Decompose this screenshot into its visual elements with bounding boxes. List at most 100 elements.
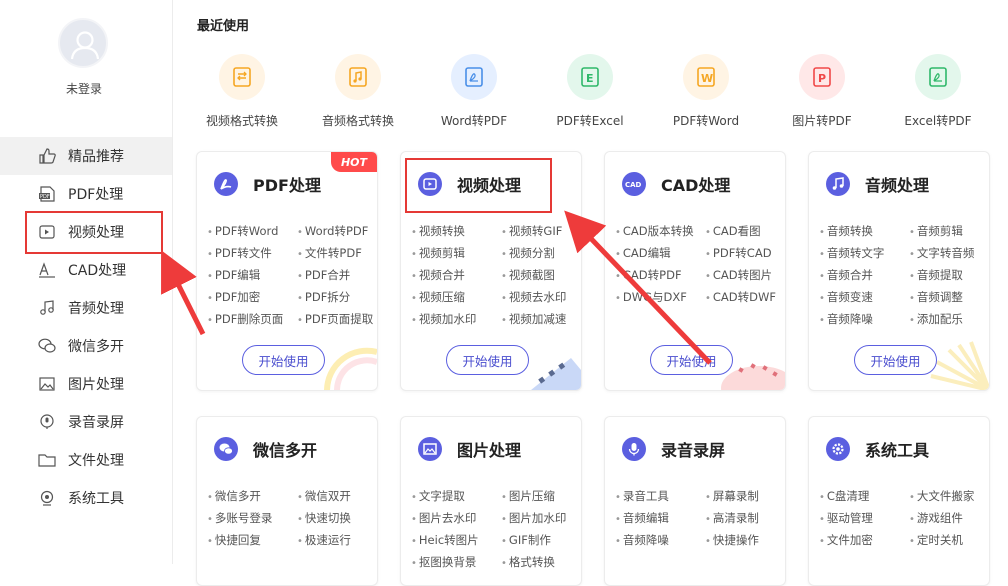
feature-link[interactable]: PDF编辑 — [207, 267, 260, 283]
feature-link[interactable]: PDF转Word — [207, 223, 278, 239]
recent-item[interactable]: Word转PDF — [416, 52, 532, 129]
card-cad[interactable]: CAD CAD处理 CAD版本转换 CAD看图 CAD编辑 PDF转CAD CA… — [604, 151, 786, 391]
sidebar-item-image[interactable]: 图片处理 — [0, 365, 172, 403]
feature-link[interactable]: 音频变速 — [819, 289, 873, 305]
start-button[interactable]: 开始使用 — [242, 345, 325, 375]
feature-link[interactable]: 快捷回复 — [207, 532, 261, 548]
feature-link[interactable]: 文字提取 — [411, 488, 465, 504]
feature-link[interactable]: 视频压缩 — [411, 289, 465, 305]
sidebar-item-label: 文件处理 — [68, 453, 124, 469]
feature-link[interactable]: 大文件搬家 — [909, 488, 975, 504]
start-button[interactable]: 开始使用 — [446, 345, 529, 375]
feature-link[interactable]: Word转PDF — [297, 223, 368, 239]
feature-link[interactable]: 视频加水印 — [411, 311, 477, 327]
feature-link[interactable]: 音频编辑 — [615, 510, 669, 526]
feature-link[interactable]: 高清录制 — [705, 510, 759, 526]
feature-link[interactable]: 驱动管理 — [819, 510, 873, 526]
feature-link[interactable]: PDF页面提取 — [297, 311, 373, 327]
card-system[interactable]: 系统工具 C盘清理 大文件搬家 驱动管理 游戏组件 文件加密 定时关机 — [808, 416, 990, 586]
sidebar-item-record[interactable]: 录音录屏 — [0, 403, 172, 441]
feature-link[interactable]: 极速运行 — [297, 532, 351, 548]
feature-link[interactable]: 音频剪辑 — [909, 223, 963, 239]
recent-item[interactable]: W PDF转Word — [648, 52, 764, 129]
feature-link[interactable]: 文字转音频 — [909, 245, 975, 261]
feature-link[interactable]: CAD编辑 — [615, 245, 671, 261]
feature-link[interactable]: 视频转GIF — [501, 223, 562, 239]
feature-link[interactable]: 音频转换 — [819, 223, 873, 239]
feature-link[interactable]: 视频加减速 — [501, 311, 567, 327]
feature-link[interactable]: 音频合并 — [819, 267, 873, 283]
wechat-icon — [38, 338, 56, 353]
feature-link[interactable]: CAD转DWF — [705, 289, 776, 305]
sidebar-item-cad[interactable]: CAD处理 — [0, 251, 172, 289]
feature-link[interactable]: 游戏组件 — [909, 510, 963, 526]
feature-link[interactable]: 添加配乐 — [909, 311, 963, 327]
feature-link[interactable]: CAD转PDF — [615, 267, 682, 283]
feature-link[interactable]: 视频转换 — [411, 223, 465, 239]
wechat-icon — [214, 437, 238, 461]
feature-link[interactable]: 视频分割 — [501, 245, 555, 261]
recent-item[interactable]: 音频格式转换 — [300, 52, 416, 129]
feature-link[interactable]: PDF加密 — [207, 289, 260, 305]
feature-link[interactable]: 图片去水印 — [411, 510, 477, 526]
feature-link[interactable]: 多账号登录 — [207, 510, 273, 526]
feature-link[interactable]: 视频剪辑 — [411, 245, 465, 261]
feature-link[interactable]: 音频降噪 — [615, 532, 669, 548]
feature-link[interactable]: PDF拆分 — [297, 289, 350, 305]
login-status[interactable]: 未登录 — [0, 80, 168, 97]
sidebar-item-file[interactable]: 文件处理 — [0, 441, 172, 479]
feature-link[interactable]: 录音工具 — [615, 488, 669, 504]
recent-item[interactable]: E PDF转Excel — [532, 52, 648, 129]
start-button[interactable]: 开始使用 — [650, 345, 733, 375]
feature-link[interactable]: PDF合并 — [297, 267, 350, 283]
start-button[interactable]: 开始使用 — [854, 345, 937, 375]
card-record[interactable]: 录音录屏 录音工具 屏幕录制 音频编辑 高清录制 音频降噪 快捷操作 — [604, 416, 786, 586]
feature-link[interactable]: 文件转PDF — [297, 245, 362, 261]
card-audio[interactable]: 音频处理 音频转换 音频剪辑 音频转文字 文字转音频 音频合并 音频提取 音频变… — [808, 151, 990, 391]
card-image[interactable]: 图片处理 文字提取 图片压缩 图片去水印 图片加水印 Heic转图片 GIF制作… — [400, 416, 582, 586]
image-to-pdf-icon: P — [799, 54, 845, 100]
feature-link[interactable]: DWG与DXF — [615, 289, 687, 305]
sidebar-item-system[interactable]: 系统工具 — [0, 479, 172, 517]
feature-link[interactable]: 视频合并 — [411, 267, 465, 283]
feature-link[interactable]: C盘清理 — [819, 488, 870, 504]
sidebar-item-audio[interactable]: 音频处理 — [0, 289, 172, 327]
feature-link[interactable]: CAD转图片 — [705, 267, 772, 283]
feature-link[interactable]: 音频提取 — [909, 267, 963, 283]
sidebar-item-recommend[interactable]: 精品推荐 — [0, 137, 172, 175]
feature-link[interactable]: PDF转CAD — [705, 245, 772, 261]
card-wechat[interactable]: 微信多开 微信多开 微信双开 多账号登录 快速切换 快捷回复 极速运行 — [196, 416, 378, 586]
feature-link[interactable]: CAD看图 — [705, 223, 761, 239]
feature-link[interactable]: PDF删除页面 — [207, 311, 283, 327]
feature-link[interactable]: 快捷操作 — [705, 532, 759, 548]
feature-link[interactable]: 视频截图 — [501, 267, 555, 283]
recent-item-label: 视频格式转换 — [205, 114, 278, 128]
recent-item[interactable]: Excel转PDF — [880, 52, 996, 129]
feature-link[interactable]: 图片压缩 — [501, 488, 555, 504]
feature-link[interactable]: 文件加密 — [819, 532, 873, 548]
feature-link[interactable]: 微信双开 — [297, 488, 351, 504]
feature-link[interactable]: 图片加水印 — [501, 510, 567, 526]
recent-item[interactable]: P 图片转PDF — [764, 52, 880, 129]
avatar[interactable] — [58, 18, 108, 68]
card-pdf[interactable]: HOT PDF处理 PDF转Word Word转PDF PDF转文件 文件转PD… — [196, 151, 378, 391]
recent-item[interactable]: 视频格式转换 — [184, 52, 300, 129]
feature-link[interactable]: PDF转文件 — [207, 245, 272, 261]
feature-link[interactable]: 格式转换 — [501, 554, 555, 570]
feature-link[interactable]: 视频去水印 — [501, 289, 567, 305]
feature-link[interactable]: 抠图换背景 — [411, 554, 477, 570]
feature-link[interactable]: 微信多开 — [207, 488, 261, 504]
sidebar-item-pdf[interactable]: PDF PDF处理 — [0, 175, 172, 213]
feature-link[interactable]: GIF制作 — [501, 532, 551, 548]
feature-link[interactable]: 快速切换 — [297, 510, 351, 526]
recent-item-label: Word转PDF — [440, 114, 508, 128]
feature-link[interactable]: 音频降噪 — [819, 311, 873, 327]
card-title: 微信多开 — [253, 441, 318, 460]
feature-link[interactable]: CAD版本转换 — [615, 223, 694, 239]
feature-link[interactable]: 屏幕录制 — [705, 488, 759, 504]
feature-link[interactable]: 音频转文字 — [819, 245, 885, 261]
sidebar-item-wechat[interactable]: 微信多开 — [0, 327, 172, 365]
feature-link[interactable]: 音频调整 — [909, 289, 963, 305]
feature-link[interactable]: Heic转图片 — [411, 532, 479, 548]
feature-link[interactable]: 定时关机 — [909, 532, 963, 548]
